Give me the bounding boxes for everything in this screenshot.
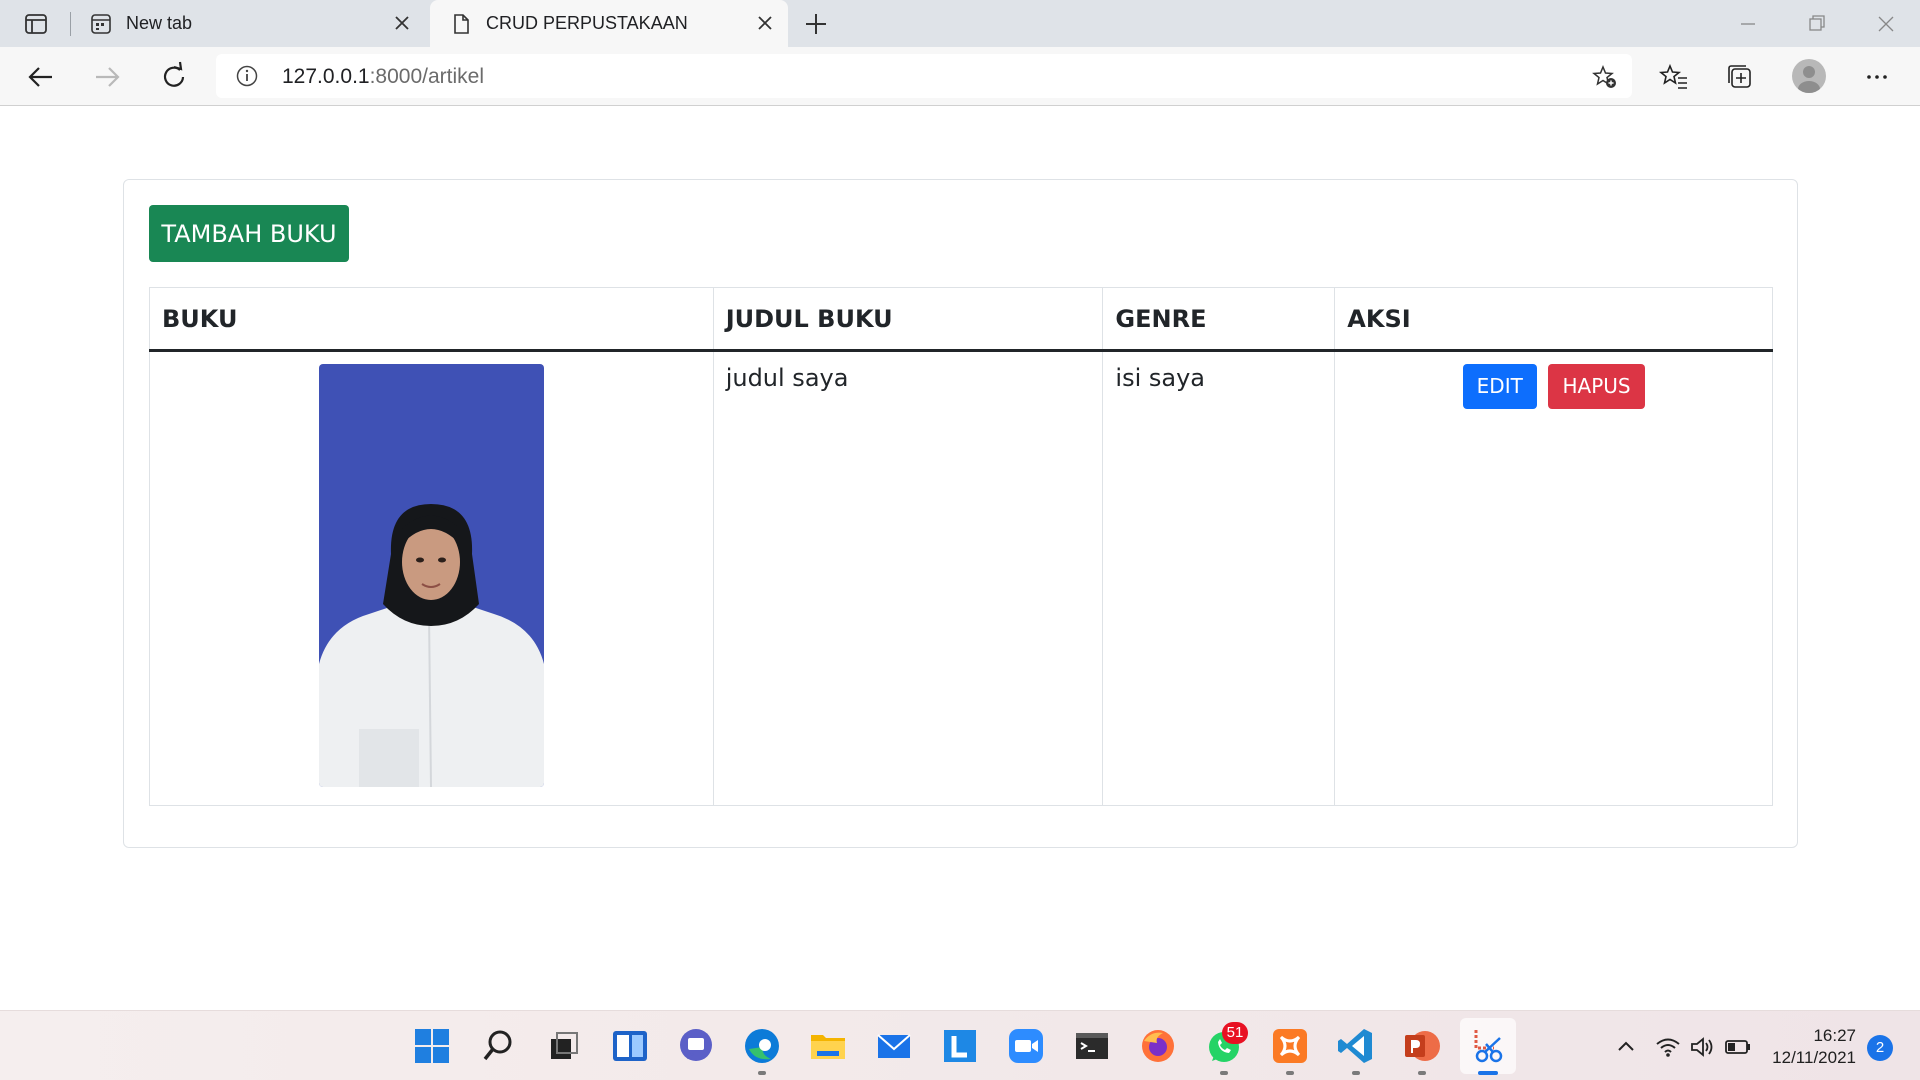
header-buku: BUKU xyxy=(149,287,714,352)
volume-icon[interactable] xyxy=(1688,1033,1716,1061)
clock-date: 12/11/2021 xyxy=(1772,1048,1856,1067)
file-explorer-icon[interactable] xyxy=(807,1025,849,1067)
book-genre-cell: isi saya xyxy=(1102,350,1336,806)
browser-toolbar: 127.0.0.1:8000/artikel xyxy=(0,47,1920,106)
books-table: BUKU JUDUL BUKU GENRE AKSI judul saya is… xyxy=(149,287,1773,806)
window-close-icon[interactable] xyxy=(1866,8,1906,40)
add-book-button[interactable]: TAMBAH BUKU xyxy=(149,205,349,262)
tab-title: New tab xyxy=(126,13,193,33)
running-indicator xyxy=(1352,1071,1360,1075)
restore-icon[interactable] xyxy=(1796,8,1836,40)
tab-title: CRUD PERPUSTAKAAN xyxy=(486,13,688,33)
windows-taskbar: 51 16:27 12/11/2021 2 xyxy=(0,1010,1920,1080)
header-genre: GENRE xyxy=(1102,287,1336,352)
task-view-icon[interactable] xyxy=(543,1025,585,1067)
book-image-cell xyxy=(149,350,714,806)
book-cover-photo xyxy=(318,364,544,787)
mail-icon[interactable] xyxy=(873,1025,915,1067)
close-icon[interactable] xyxy=(754,12,776,34)
wifi-icon[interactable] xyxy=(1654,1033,1682,1061)
powerpoint-icon[interactable] xyxy=(1401,1025,1443,1067)
running-indicator xyxy=(758,1071,766,1075)
new-tab-plus-icon[interactable] xyxy=(800,8,832,40)
browser-tab-strip: New tab CRUD PERPUSTAKAAN xyxy=(0,0,1920,47)
running-indicator xyxy=(1418,1071,1426,1075)
minimize-icon[interactable] xyxy=(1728,8,1768,40)
tab-crud-perpustakaan[interactable]: CRUD PERPUSTAKAAN xyxy=(430,0,788,47)
delete-button[interactable]: HAPUS xyxy=(1548,364,1645,409)
table-row: judul saya isi saya EDIT HAPUS xyxy=(149,350,1773,806)
address-bar[interactable]: 127.0.0.1:8000/artikel xyxy=(216,54,1632,98)
url-text: 127.0.0.1:8000/artikel xyxy=(282,65,484,89)
header-aksi: AKSI xyxy=(1334,287,1773,352)
tab-actions-menu-icon[interactable] xyxy=(18,10,54,38)
chevron-up-icon[interactable] xyxy=(1612,1033,1640,1061)
teams-chat-icon[interactable] xyxy=(675,1025,717,1067)
forward-arrow-icon xyxy=(88,58,126,96)
edge-icon[interactable] xyxy=(741,1025,783,1067)
battery-icon[interactable] xyxy=(1724,1033,1752,1061)
widgets-icon[interactable] xyxy=(609,1025,651,1067)
content-card: TAMBAH BUKU BUKU JUDUL BUKU GENRE AKSI j… xyxy=(123,179,1798,848)
vscode-icon[interactable] xyxy=(1335,1025,1377,1067)
actions-cell: EDIT HAPUS xyxy=(1334,350,1773,806)
refresh-icon[interactable] xyxy=(155,58,193,96)
firefox-icon[interactable] xyxy=(1137,1025,1179,1067)
back-arrow-icon[interactable] xyxy=(22,58,60,96)
collections-icon[interactable] xyxy=(1723,60,1757,94)
snipping-tool-icon[interactable] xyxy=(1460,1018,1516,1074)
windows-start-icon[interactable] xyxy=(411,1025,453,1067)
zoom-icon[interactable] xyxy=(1005,1025,1047,1067)
tab-new-tab[interactable]: New tab xyxy=(70,0,425,47)
book-title-cell: judul saya xyxy=(712,350,1104,806)
l-app-icon[interactable] xyxy=(939,1025,981,1067)
favorites-icon[interactable] xyxy=(1657,60,1691,94)
clock-time: 16:27 xyxy=(1813,1026,1856,1045)
new-tab-page-icon xyxy=(90,13,112,35)
active-indicator xyxy=(1478,1071,1498,1075)
page-icon xyxy=(450,13,472,35)
url-host: 127.0.0.1 xyxy=(282,65,370,88)
site-info-icon[interactable] xyxy=(236,65,258,87)
add-favorite-icon[interactable] xyxy=(1592,64,1618,90)
url-path: :8000/artikel xyxy=(369,65,484,88)
running-indicator xyxy=(1220,1071,1228,1075)
table-header-row: BUKU JUDUL BUKU GENRE AKSI xyxy=(149,287,1773,352)
more-options-icon[interactable] xyxy=(1860,60,1894,94)
edit-button[interactable]: EDIT xyxy=(1462,364,1537,409)
whatsapp-unread-badge: 51 xyxy=(1222,1022,1248,1044)
terminal-icon[interactable] xyxy=(1071,1025,1113,1067)
xampp-icon[interactable] xyxy=(1269,1025,1311,1067)
running-indicator xyxy=(1286,1071,1294,1075)
profile-avatar-icon[interactable] xyxy=(1792,59,1826,93)
header-judul-buku: JUDUL BUKU xyxy=(712,287,1104,352)
close-icon[interactable] xyxy=(391,12,413,34)
system-clock[interactable]: 16:27 12/11/2021 xyxy=(1772,1025,1856,1069)
notification-badge[interactable]: 2 xyxy=(1867,1035,1893,1061)
search-icon[interactable] xyxy=(477,1025,519,1067)
